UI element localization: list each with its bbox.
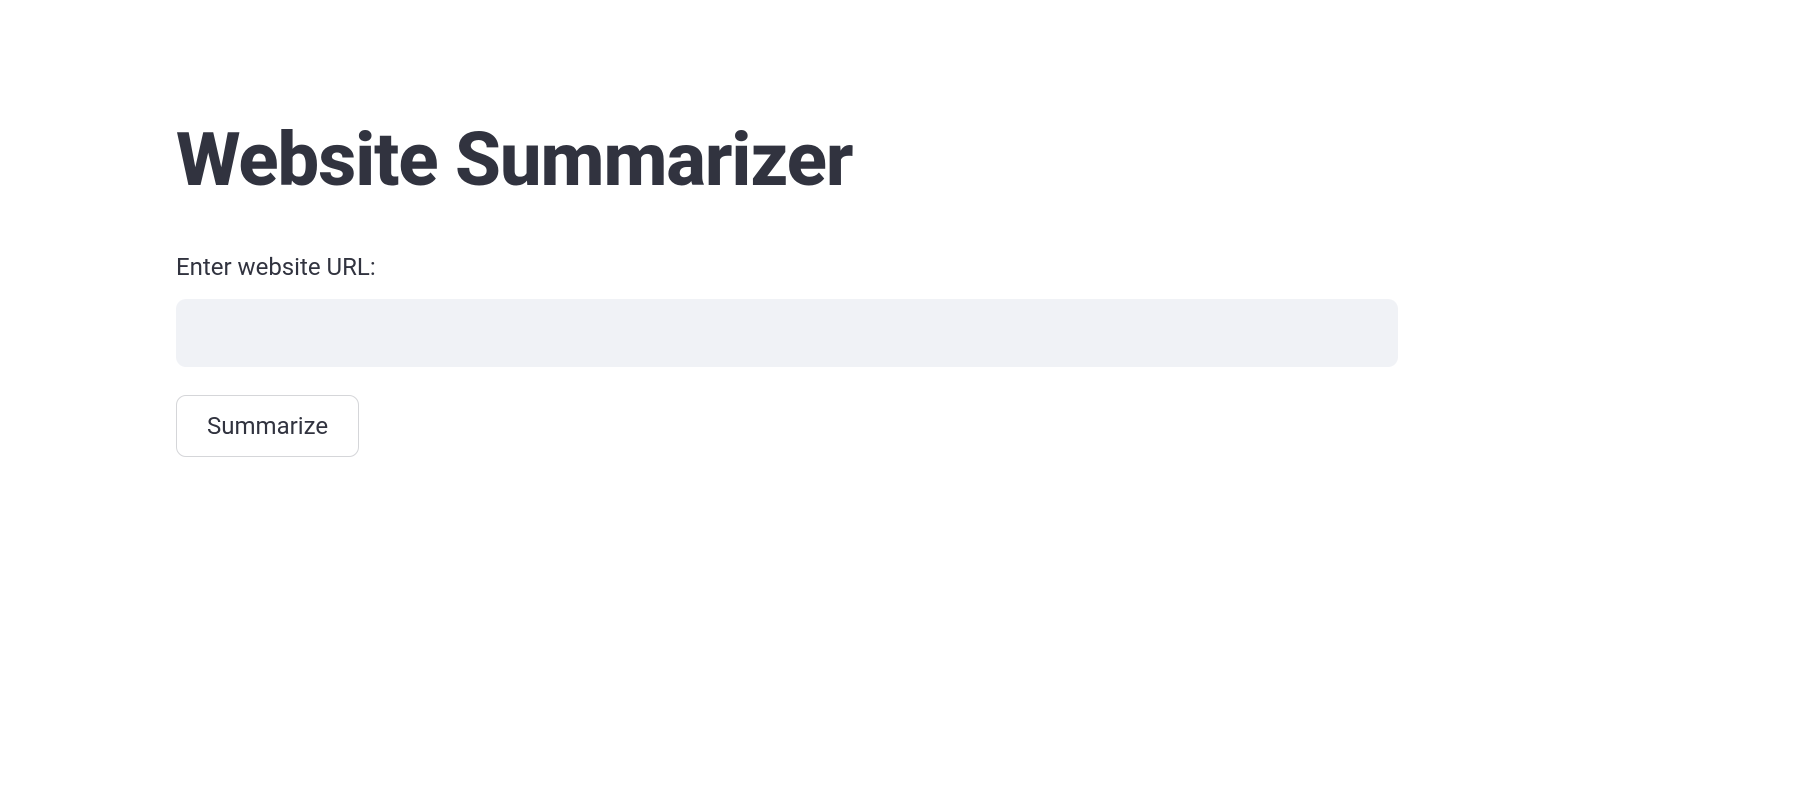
main-container: Website Summarizer Enter website URL: Su… <box>0 0 1808 457</box>
page-title: Website Summarizer <box>176 120 1632 201</box>
url-input-label: Enter website URL: <box>176 253 1632 281</box>
summarize-button[interactable]: Summarize <box>176 395 359 457</box>
url-input[interactable] <box>176 299 1398 367</box>
